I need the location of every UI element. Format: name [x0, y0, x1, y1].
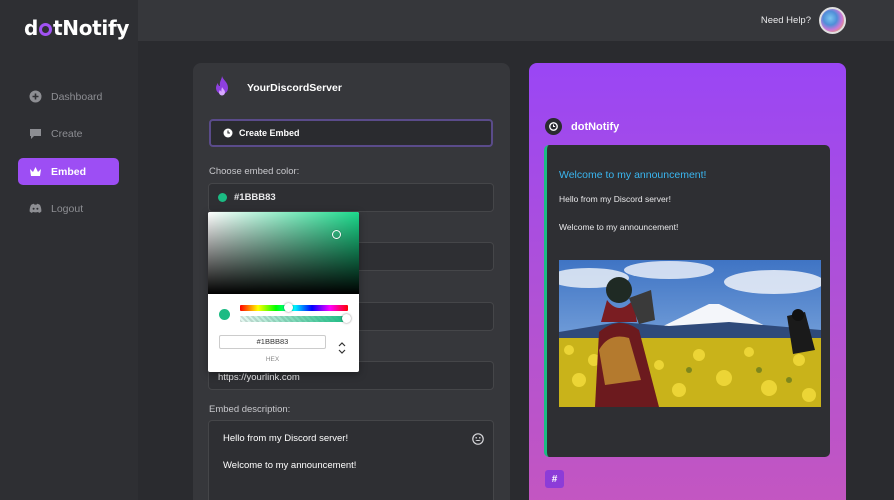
preview-header: dotNotify — [545, 118, 619, 135]
preview-title: dotNotify — [571, 120, 620, 133]
server-name: YourDiscordServer — [247, 82, 342, 94]
sidebar-item-create[interactable]: Create — [18, 120, 119, 147]
embed-description-label: Embed description: — [209, 404, 291, 415]
embed-description-input[interactable]: Hello from my Discord server! Welcome to… — [208, 420, 494, 500]
chevron-updown-icon[interactable] — [337, 340, 347, 356]
current-color-swatch — [219, 309, 230, 320]
alpha-slider[interactable] — [240, 316, 348, 322]
avatar[interactable] — [819, 7, 846, 34]
description-line: Welcome to my announcement! — [223, 460, 357, 471]
flame-icon — [216, 76, 228, 96]
server-header: YourDiscordServer — [209, 75, 342, 101]
saturation-area[interactable] — [208, 212, 359, 294]
color-swatch — [218, 193, 227, 202]
top-bar: Need Help? — [138, 0, 894, 41]
embed-title[interactable]: Welcome to my announcement! — [559, 169, 706, 181]
create-embed-button[interactable]: Create Embed — [209, 119, 493, 147]
clock-icon — [223, 128, 233, 138]
saturation-handle[interactable] — [332, 230, 341, 239]
logo-ring-icon — [39, 23, 53, 36]
need-help-link[interactable]: Need Help? — [761, 15, 811, 26]
hex-input[interactable]: #1BBB83 — [219, 335, 326, 349]
sidebar-item-embed[interactable]: Embed — [18, 158, 119, 185]
sidebar-item-label: Dashboard — [51, 90, 103, 103]
hue-slider-handle[interactable] — [284, 303, 293, 312]
sidebar-item-logout[interactable]: Logout — [18, 195, 119, 222]
embed-line: Welcome to my announcement! — [559, 222, 679, 232]
emoji-icon[interactable] — [472, 433, 484, 445]
sidebar-item-label: Embed — [51, 165, 87, 178]
crown-icon — [29, 165, 42, 178]
url-input-value: https://yourlink.com — [218, 372, 300, 383]
app-logo[interactable]: d tNotify — [24, 16, 129, 40]
chat-bubble-icon — [29, 127, 42, 140]
embed-color-field[interactable]: #1BBB83 — [208, 183, 494, 212]
sidebar-item-dashboard[interactable]: Dashboard — [18, 83, 119, 110]
color-hex-value: #1BBB83 — [234, 192, 276, 203]
embed-image — [559, 260, 821, 407]
embed-line: Hello from my Discord server! — [559, 194, 671, 204]
embed-color-label: Choose embed color: — [209, 166, 300, 177]
preview-panel: dotNotify Welcome to my announcement! He… — [529, 63, 846, 500]
alpha-slider-handle[interactable] — [342, 314, 351, 323]
create-embed-label: Create Embed — [239, 128, 300, 138]
hex-mode-label: HEX — [265, 356, 280, 363]
sidebar-item-label: Logout — [51, 202, 84, 215]
hue-slider[interactable] — [240, 305, 348, 311]
channel-hash-button[interactable]: # — [545, 470, 564, 488]
color-picker-popover: #1BBB83 HEX — [208, 212, 359, 372]
sidebar-item-label: Create — [51, 127, 83, 140]
description-line: Hello from my Discord server! — [223, 433, 349, 444]
plus-circle-icon — [29, 90, 42, 103]
dotnotify-logo-icon — [545, 118, 562, 135]
embed-preview-card: Welcome to my announcement! Hello from m… — [544, 145, 830, 457]
discord-icon — [29, 202, 42, 215]
sidebar: d tNotify Dashboard Create Embed Logout — [0, 0, 138, 500]
